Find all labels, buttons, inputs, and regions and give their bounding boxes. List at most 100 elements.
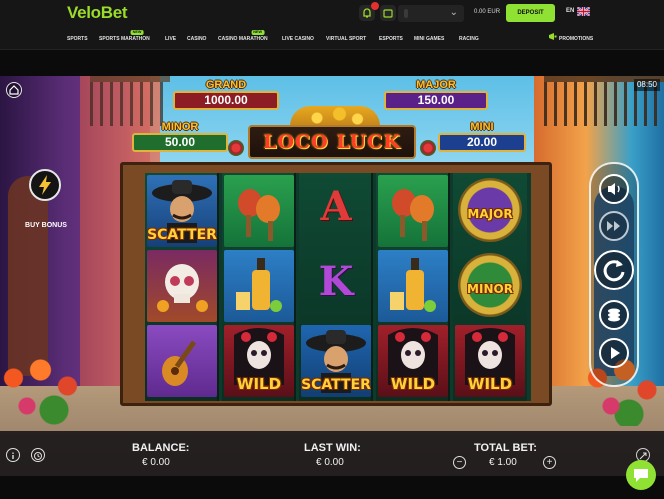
nav-item-racing[interactable]: RACING	[459, 36, 479, 42]
left-flowers	[0, 346, 90, 426]
reel-5: MAJOR MINOR WILD	[453, 173, 527, 401]
jackpot-grand: GRAND 1000.00	[173, 79, 279, 110]
buy-bonus-label: BUY BONUS	[25, 222, 67, 229]
coin-icon	[404, 9, 408, 18]
rose-left-icon	[228, 140, 244, 156]
symbol-label: WILD	[467, 375, 513, 393]
symbol-maracas	[224, 175, 294, 247]
notification-badge	[371, 2, 379, 10]
bet-chips-button[interactable]	[599, 300, 629, 330]
header-balance-currency: EUR	[487, 9, 501, 15]
deposit-button[interactable]: DEPOSIT	[506, 4, 555, 22]
decrease-bet-button[interactable]: −	[453, 456, 466, 469]
symbol-catrina: WILD	[378, 325, 448, 397]
slot-game-canvas: 08:50 GRAND 1000.00 MAJOR 150.00 MINOR 5…	[0, 76, 664, 476]
symbol-maracas	[378, 175, 448, 247]
wallet-dropdown[interactable]: ⌄	[398, 5, 464, 22]
nav-item-sports-marathon[interactable]: SPORTS MARATHON NEW	[99, 30, 150, 42]
symbol-tequila	[378, 250, 448, 322]
sound-button[interactable]	[599, 174, 629, 204]
jackpot-grand-label: GRAND	[205, 79, 247, 91]
info-icon	[12, 452, 14, 459]
reel-1: SCATTER	[145, 173, 219, 401]
reel-2: WILD	[222, 173, 296, 401]
nav-item-sports[interactable]: SPORTS	[67, 36, 88, 42]
symbol-letter-k: K	[318, 258, 354, 305]
home-button[interactable]	[6, 82, 22, 98]
symbol-coin-minor: MINOR	[455, 250, 525, 322]
symbol-label: SCATTER	[301, 377, 371, 393]
symbol-label: WILD	[236, 375, 282, 393]
site-logo[interactable]: VeloBet	[67, 3, 128, 23]
symbol-coin-major: MAJOR	[455, 175, 525, 247]
nav-item-promotions[interactable]: PROMOTIONS	[559, 36, 593, 42]
left-balcony	[90, 76, 170, 126]
symbol-catrina: WILD	[224, 325, 294, 397]
page: VeloBet ⌄ 0.00 EUR DEPOSIT EN SPORTS SPO…	[0, 0, 664, 499]
nav-item-mini-games[interactable]: MINI GAMES	[414, 36, 444, 42]
main-nav: SPORTS SPORTS MARATHON NEW LIVE CASINO C…	[0, 27, 664, 50]
symbol-catrina: WILD	[455, 325, 525, 397]
symbol-guitar	[147, 325, 217, 397]
megaphone-icon	[549, 33, 557, 40]
balance-label: BALANCE:	[132, 442, 190, 454]
home-icon	[9, 85, 19, 95]
symbol-mariachi: SCATTER	[301, 325, 371, 397]
last-win-label: LAST WIN:	[304, 442, 361, 454]
new-badge: NEW	[130, 30, 144, 35]
coin-stack-icon	[608, 308, 620, 322]
history-icon	[34, 452, 42, 460]
gold-coin-pile	[290, 106, 380, 126]
nav-item-virtual-sport[interactable]: VIRTUAL SPORT	[326, 36, 366, 42]
jackpot-grand-value: 1000.00	[173, 91, 279, 110]
jackpot-major-value: 150.00	[384, 91, 488, 110]
balance-value: € 0.00	[142, 457, 170, 468]
symbol-letter-a: A	[320, 183, 352, 230]
jackpot-major: MAJOR 150.00	[384, 79, 488, 110]
total-bet-label: TOTAL BET:	[474, 442, 537, 454]
live-chat-button[interactable]	[626, 460, 656, 490]
jackpot-minor-label: MINOR	[161, 121, 199, 133]
turbo-button[interactable]	[599, 211, 629, 241]
header-balance: 0.00 EUR	[474, 9, 500, 15]
uk-flag-icon[interactable]	[577, 7, 590, 16]
symbol-label: WILD	[390, 375, 436, 393]
rose-right-icon	[420, 140, 436, 156]
jackpot-major-label: MAJOR	[416, 79, 456, 91]
notification-icon[interactable]	[359, 2, 379, 21]
autoplay-button[interactable]	[599, 338, 629, 368]
nav-item-live[interactable]: LIVE	[165, 36, 176, 42]
reel-frame: SCATTER WILD A K SCATTER WILD MAJOR MINO…	[120, 162, 552, 406]
buy-bonus-button[interactable]	[29, 169, 61, 201]
total-bet-value: € 1.00	[489, 457, 517, 468]
game-title-sign: LOCO LUCK	[248, 125, 416, 159]
header-balance-amount: 0.00	[474, 9, 486, 15]
clock: 08:50	[634, 79, 660, 91]
nav-item-casino[interactable]: CASINO	[187, 36, 206, 42]
symbol-label: SCATTER	[147, 227, 217, 243]
history-button[interactable]	[31, 448, 45, 462]
language-selector[interactable]: EN	[566, 8, 574, 14]
chat-icon	[634, 469, 648, 482]
play-icon	[611, 347, 620, 359]
nav-item-esports[interactable]: ESPORTS	[379, 36, 403, 42]
nav-item-live-casino[interactable]: LIVE CASINO	[282, 36, 314, 42]
new-badge: NEW	[251, 30, 265, 35]
jackpot-mini: MINI 20.00	[438, 121, 526, 152]
reel-4: WILD	[376, 173, 450, 401]
fast-forward-icon	[607, 221, 620, 231]
symbol-skull	[147, 250, 217, 322]
wallet-icon[interactable]	[380, 5, 396, 21]
game-title: LOCO LUCK	[263, 131, 401, 153]
jackpot-mini-value: 20.00	[438, 133, 526, 152]
page-footer-strip	[0, 476, 664, 499]
nav-item-casino-marathon[interactable]: CASINO MARATHON NEW	[218, 30, 268, 42]
reel-3: A K SCATTER	[299, 173, 373, 401]
spin-button[interactable]	[594, 250, 634, 290]
info-button[interactable]	[6, 448, 20, 462]
last-win-value: € 0.00	[316, 457, 344, 468]
increase-bet-button[interactable]: +	[543, 456, 556, 469]
control-panel	[589, 162, 639, 387]
reel-grid: SCATTER WILD A K SCATTER WILD MAJOR MINO…	[145, 173, 531, 401]
symbol-mariachi: SCATTER	[147, 175, 217, 247]
